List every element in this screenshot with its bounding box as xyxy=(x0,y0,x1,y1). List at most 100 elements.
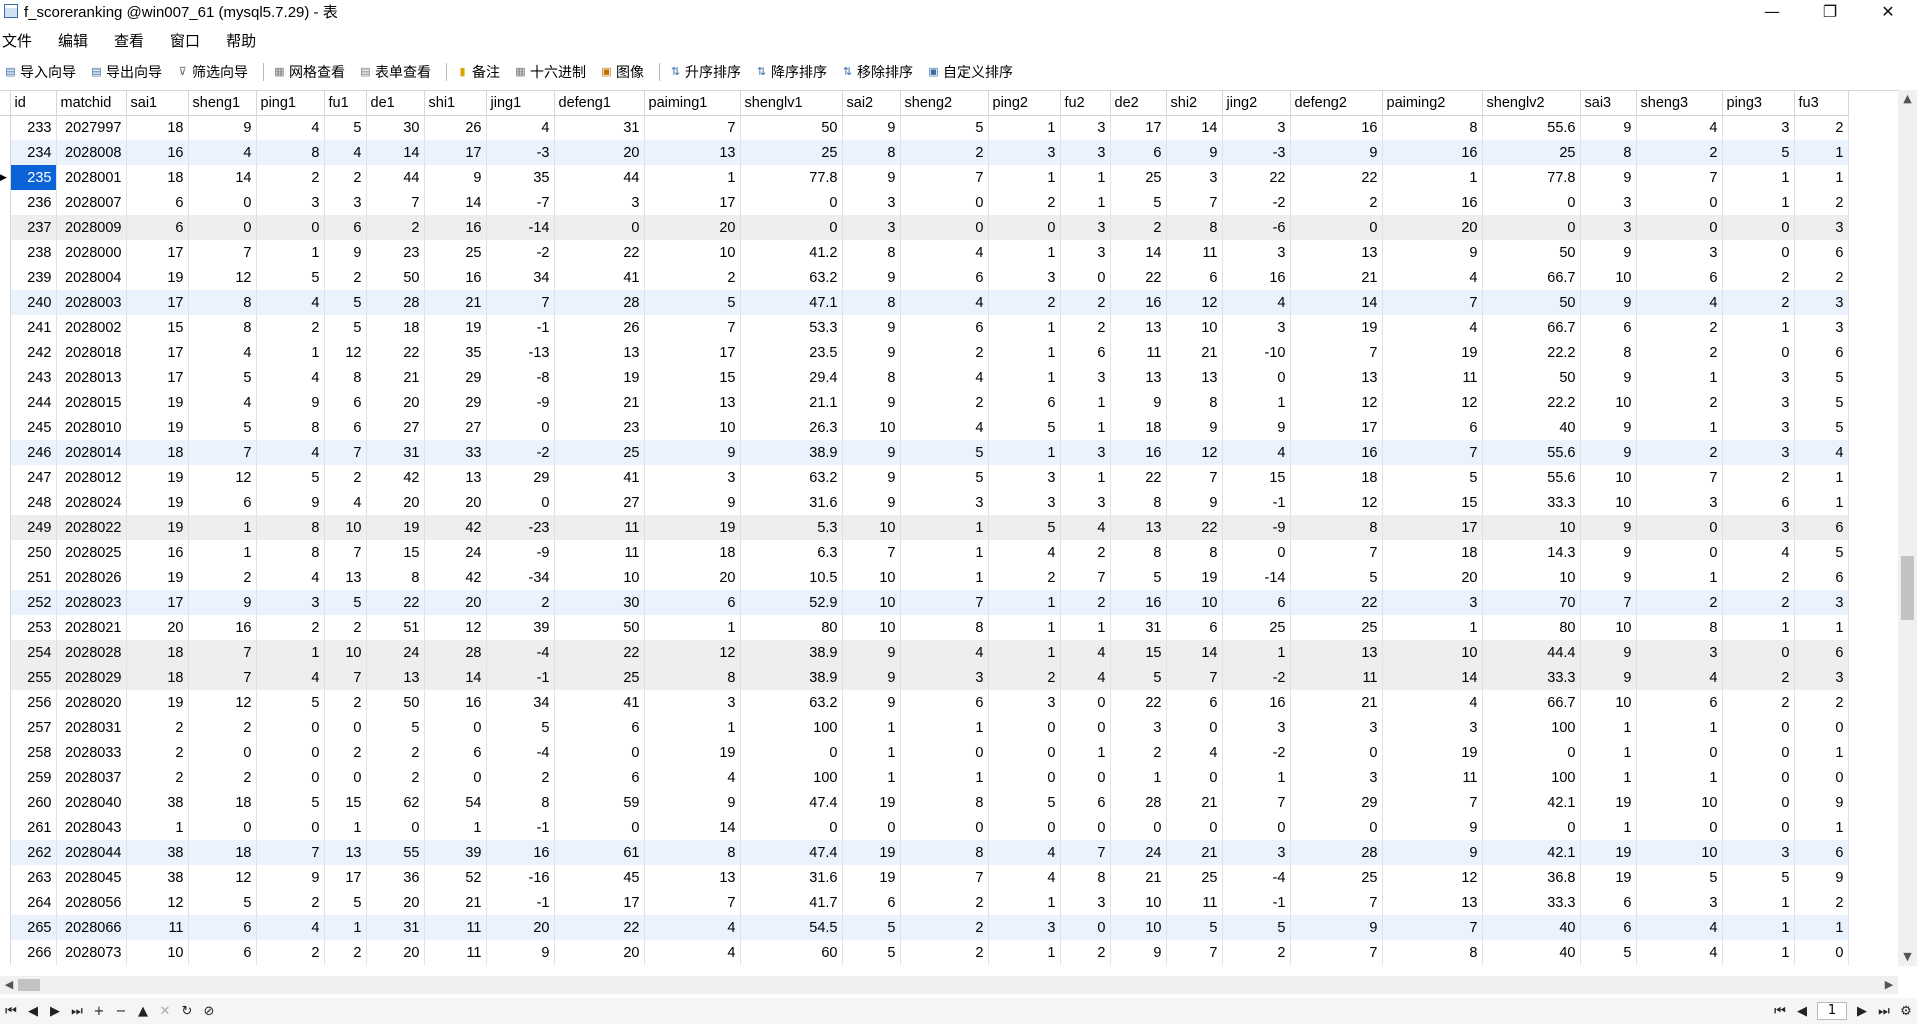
cell-shi2[interactable]: 9 xyxy=(1166,140,1223,165)
cell-sai1[interactable]: 10 xyxy=(126,940,189,965)
cell-shenglv1[interactable]: 47.4 xyxy=(740,840,843,865)
cell-ping1[interactable]: 0 xyxy=(256,215,325,240)
cell-fu2[interactable]: 3 xyxy=(1060,440,1111,465)
table-row[interactable]: 252 2028023 17 9 3 5 22 20 2 30 6 52.9 10 7 1 2 16 10 6 22 3… xyxy=(0,590,1849,615)
cell-sai2[interactable]: 3 xyxy=(842,190,901,215)
cell-ping1[interactable]: 8 xyxy=(256,515,325,540)
cell-defeng2[interactable]: 7 xyxy=(1290,940,1383,965)
cell-de1[interactable]: 20 xyxy=(366,890,425,915)
cell-matchid[interactable]: 2028023 xyxy=(56,590,127,615)
cell-de1[interactable]: 18 xyxy=(366,315,425,340)
cell-sheng2[interactable]: 2 xyxy=(900,140,989,165)
cell-sai3[interactable]: 19 xyxy=(1580,840,1637,865)
cell-jing1[interactable]: 9 xyxy=(486,940,555,965)
cell-de1[interactable]: 13 xyxy=(366,665,425,690)
cell-paiming2[interactable]: 10 xyxy=(1382,640,1483,665)
cell-paiming1[interactable]: 8 xyxy=(644,665,741,690)
cell-shenglv2[interactable]: 50 xyxy=(1482,240,1581,265)
cell-paiming1[interactable]: 4 xyxy=(644,915,741,940)
cell-jing1[interactable]: -4 xyxy=(486,640,555,665)
cell-fu2[interactable]: 2 xyxy=(1060,540,1111,565)
table-row[interactable]: 260 2028040 38 18 5 15 62 54 8 59 9 47.4 19 8 5 6 28 21 7 2… xyxy=(0,790,1849,815)
table-row[interactable]: ▶ 235 2028001 18 14 2 2 44 9 35 44 1 77.8 9 7 1 1 25 3 22 22… xyxy=(0,165,1849,190)
cell-shi2[interactable]: 21 xyxy=(1166,790,1223,815)
cell-shi2[interactable]: 7 xyxy=(1166,940,1223,965)
cell-ping2[interactable]: 0 xyxy=(988,715,1061,740)
refresh-icon[interactable]: ↻ xyxy=(176,1001,198,1021)
cell-de2[interactable]: 5 xyxy=(1110,665,1167,690)
cell-shenglv1[interactable]: 29.4 xyxy=(740,365,843,390)
cell-ping1[interactable]: 2 xyxy=(256,165,325,190)
cell-shi2[interactable]: 22 xyxy=(1166,515,1223,540)
cell-ping1[interactable]: 4 xyxy=(256,665,325,690)
cell-sheng3[interactable]: 4 xyxy=(1636,940,1723,965)
cell-defeng1[interactable]: 17 xyxy=(554,890,645,915)
cell-fu2[interactable]: 1 xyxy=(1060,615,1111,640)
cell-de1[interactable]: 20 xyxy=(366,490,425,515)
cell-fu3[interactable]: 9 xyxy=(1794,865,1849,890)
cell-jing2[interactable]: 3 xyxy=(1222,840,1291,865)
cell-matchid[interactable]: 2028021 xyxy=(56,615,127,640)
cell-ping1[interactable]: 5 xyxy=(256,790,325,815)
cell-jing1[interactable]: -3 xyxy=(486,140,555,165)
cell-defeng2[interactable]: 29 xyxy=(1290,790,1383,815)
cell-jing2[interactable]: 1 xyxy=(1222,640,1291,665)
cell-ping1[interactable]: 5 xyxy=(256,465,325,490)
cell-defeng2[interactable]: 13 xyxy=(1290,240,1383,265)
cell-defeng1[interactable]: 19 xyxy=(554,365,645,390)
table-row[interactable]: 241 2028002 15 8 2 5 18 19 -1 26 7 53.3 9 6 1 2 13 10 3 19 4… xyxy=(0,315,1849,340)
table-row[interactable]: 257 2028031 2 2 0 0 5 0 5 6 1 100 1 1 0 0 3 0 3 3 3 100 1 1 0 0 xyxy=(0,715,1849,740)
cell-sheng1[interactable]: 0 xyxy=(188,190,257,215)
cell-defeng2[interactable]: 28 xyxy=(1290,840,1383,865)
cell-ping3[interactable]: 6 xyxy=(1722,490,1795,515)
cell-sheng3[interactable]: 5 xyxy=(1636,865,1723,890)
cell-shi2[interactable]: 5 xyxy=(1166,915,1223,940)
cell-fu1[interactable]: 0 xyxy=(324,715,367,740)
cell-sai1[interactable]: 17 xyxy=(126,240,189,265)
cell-ping2[interactable]: 1 xyxy=(988,640,1061,665)
cell-de2[interactable]: 16 xyxy=(1110,440,1167,465)
next-page-icon[interactable]: ▶ xyxy=(1851,1001,1873,1021)
cell-sai2[interactable]: 10 xyxy=(842,565,901,590)
cell-fu1[interactable]: 2 xyxy=(324,265,367,290)
cell-defeng1[interactable]: 10 xyxy=(554,565,645,590)
cell-de2[interactable]: 1 xyxy=(1110,765,1167,790)
cell-paiming2[interactable]: 11 xyxy=(1382,765,1483,790)
cell-fu2[interactable]: 7 xyxy=(1060,840,1111,865)
cell-id[interactable]: 239 xyxy=(9,265,57,290)
cell-de1[interactable]: 50 xyxy=(366,265,425,290)
cell-sai2[interactable]: 10 xyxy=(842,515,901,540)
cell-de2[interactable]: 5 xyxy=(1110,190,1167,215)
apply-changes-icon[interactable]: ▲ xyxy=(132,1001,154,1021)
cell-jing2[interactable]: 0 xyxy=(1222,540,1291,565)
cell-sai2[interactable]: 3 xyxy=(842,215,901,240)
cell-ping1[interactable]: 8 xyxy=(256,415,325,440)
cell-shi2[interactable]: 11 xyxy=(1166,890,1223,915)
cell-shi1[interactable]: 29 xyxy=(424,365,487,390)
cell-defeng2[interactable]: 12 xyxy=(1290,490,1383,515)
cell-id[interactable]: 258 xyxy=(9,740,57,765)
cell-shi2[interactable]: 12 xyxy=(1166,440,1223,465)
table-row[interactable]: 243 2028013 17 5 4 8 21 29 -8 19 15 29.4 8 4 1 3 13 13 0 13… xyxy=(0,365,1849,390)
cell-sheng1[interactable]: 0 xyxy=(188,815,257,840)
cell-sai2[interactable]: 9 xyxy=(842,390,901,415)
cell-sai1[interactable]: 18 xyxy=(126,640,189,665)
cell-sai1[interactable]: 2 xyxy=(126,740,189,765)
cell-matchid[interactable]: 2028000 xyxy=(56,240,127,265)
cell-shi2[interactable]: 7 xyxy=(1166,465,1223,490)
cell-sheng1[interactable]: 7 xyxy=(188,240,257,265)
cell-defeng1[interactable]: 45 xyxy=(554,865,645,890)
cell-sheng2[interactable]: 4 xyxy=(900,365,989,390)
table-row[interactable]: 237 2028009 6 0 0 6 2 16 -14 0 20 0 3 0 0 3 2 8 -6 0 20 0 3 0 0 3 xyxy=(0,215,1849,240)
cell-fu1[interactable]: 1 xyxy=(324,815,367,840)
discard-changes-icon[interactable]: ✕ xyxy=(154,1001,176,1021)
cell-shenglv1[interactable]: 31.6 xyxy=(740,865,843,890)
cell-sheng3[interactable]: 0 xyxy=(1636,515,1723,540)
cell-shi1[interactable]: 11 xyxy=(424,915,487,940)
cell-fu3[interactable]: 3 xyxy=(1794,315,1849,340)
cell-sheng3[interactable]: 2 xyxy=(1636,315,1723,340)
cell-ping1[interactable]: 0 xyxy=(256,740,325,765)
cell-fu1[interactable]: 7 xyxy=(324,665,367,690)
table-row[interactable]: 251 2028026 19 2 4 13 8 42 -34 10 20 10.5 10 1 2 7 5 19 -1… xyxy=(0,565,1849,590)
cell-ping2[interactable]: 3 xyxy=(988,265,1061,290)
